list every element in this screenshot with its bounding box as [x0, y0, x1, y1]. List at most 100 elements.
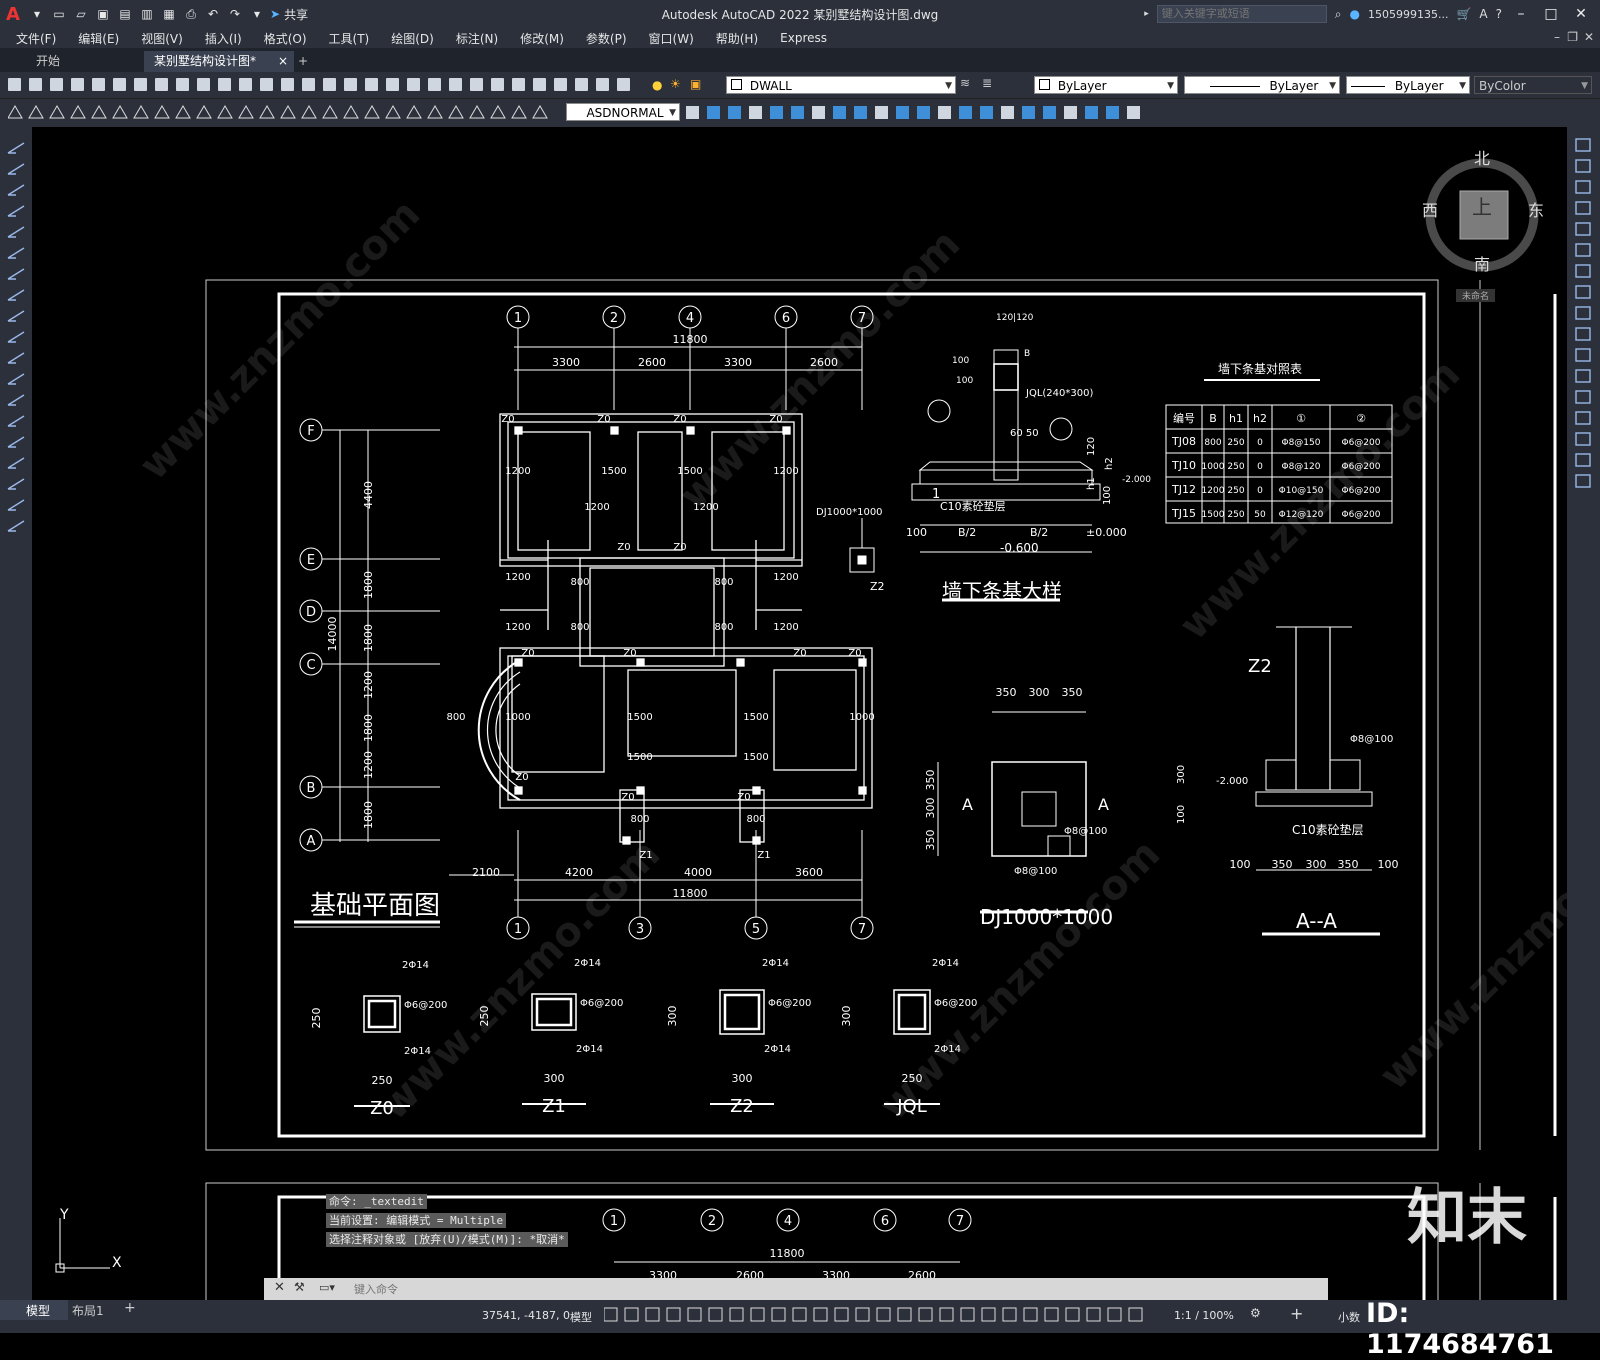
toolbar-icon[interactable] [134, 78, 147, 91]
dimstyle-dropdown[interactable]: ASDNORMAL ▼ [566, 103, 680, 121]
toolbar-icon[interactable] [512, 78, 525, 91]
palette-tool-icon[interactable] [7, 205, 25, 217]
palette-tool-icon[interactable] [7, 226, 25, 238]
modify-icon[interactable] [959, 106, 972, 119]
toolbar-icon[interactable] [470, 78, 483, 91]
palette-tool-icon[interactable] [7, 268, 25, 280]
toolbar-icon[interactable] [197, 78, 210, 91]
viewcube-north[interactable]: 北 [1474, 145, 1490, 169]
modify-icon[interactable] [749, 106, 762, 119]
palette-tool-icon[interactable] [1575, 390, 1591, 404]
toolbar-icon[interactable] [386, 78, 399, 91]
tab-layout1[interactable]: 布局1 [72, 1302, 104, 1319]
units-display[interactable]: 小数 [1338, 1309, 1360, 1325]
status-toggle-icon[interactable] [708, 1307, 723, 1322]
draw-icon[interactable] [8, 105, 23, 119]
draw-icon[interactable] [259, 105, 275, 119]
palette-tool-icon[interactable] [7, 457, 25, 469]
toolbar-icon[interactable] [344, 78, 357, 91]
search-input[interactable] [1156, 5, 1327, 23]
palette-tool-icon[interactable] [1575, 411, 1591, 425]
menu-insert[interactable]: 插入(I) [194, 30, 253, 47]
palette-tool-icon[interactable] [1575, 285, 1591, 299]
palette-tool-icon[interactable] [7, 289, 25, 301]
modify-icon[interactable] [707, 106, 720, 119]
draw-icon[interactable] [175, 105, 191, 119]
toolbar-icon[interactable] [50, 78, 63, 91]
status-toggle-icon[interactable] [939, 1307, 954, 1322]
status-toggle-icon[interactable] [813, 1307, 828, 1322]
help-icon[interactable]: ? [1496, 7, 1502, 21]
draw-icon[interactable] [343, 105, 359, 119]
palette-tool-icon[interactable] [7, 142, 25, 154]
draw-icon[interactable] [385, 105, 401, 119]
draw-icon[interactable] [448, 105, 464, 119]
palette-tool-icon[interactable] [1575, 222, 1591, 236]
color-dropdown[interactable]: ByLayer ▼ [1034, 76, 1178, 94]
doc-close-button[interactable]: ✕ [1584, 30, 1594, 44]
drawing-canvas[interactable]: 124671357FEDCBA12467 11800 3300 2600 3300 26… [32, 127, 1567, 1300]
palette-tool-icon[interactable] [1575, 348, 1591, 362]
palette-tool-icon[interactable] [7, 499, 25, 511]
status-toggle-icon[interactable] [792, 1307, 807, 1322]
autocad-logo[interactable]: A [6, 4, 24, 25]
status-toggle-icon[interactable] [1065, 1307, 1080, 1322]
draw-icon[interactable] [133, 105, 149, 119]
draw-icon[interactable] [532, 105, 548, 119]
palette-tool-icon[interactable] [7, 331, 25, 343]
draw-toolbar-icons[interactable] [8, 104, 568, 122]
toolbar-icon[interactable] [617, 78, 630, 91]
draw-icon[interactable] [364, 105, 380, 119]
status-toggle-icon[interactable] [1128, 1307, 1143, 1322]
menu-help[interactable]: 帮助(H) [705, 30, 769, 47]
toolbar-icon[interactable] [218, 78, 231, 91]
draw-icon[interactable] [238, 105, 254, 119]
status-toggle-icon[interactable] [1086, 1307, 1101, 1322]
modify-icon[interactable] [980, 106, 993, 119]
add-tab-button[interactable]: + [288, 51, 318, 72]
draw-icon[interactable] [49, 105, 65, 119]
modify-icon[interactable] [1127, 106, 1140, 119]
toolbar-icon[interactable] [491, 78, 504, 91]
menu-dimension[interactable]: 标注(N) [445, 30, 509, 47]
maximize-button[interactable]: □ [1540, 6, 1562, 22]
share-icon[interactable]: ➤ [270, 7, 280, 21]
palette-tool-icon[interactable] [1575, 243, 1591, 257]
viewcube-east[interactable]: 东 [1528, 197, 1544, 221]
save-as-icon[interactable]: ▤ [116, 6, 134, 22]
toolbar-icon[interactable] [176, 78, 189, 91]
doc-restore-button[interactable]: ❐ [1567, 30, 1578, 44]
status-toggle-icon[interactable] [855, 1307, 870, 1322]
palette-tool-icon[interactable] [7, 163, 25, 175]
menu-file[interactable]: 文件(F) [0, 30, 67, 47]
draw-icon[interactable] [91, 105, 107, 119]
status-toggle-icon[interactable] [918, 1307, 933, 1322]
layer-match-icon[interactable]: ≋ [960, 76, 970, 90]
close-button[interactable]: ✕ [1570, 6, 1592, 22]
modify-icon[interactable] [728, 106, 741, 119]
draw-icon[interactable] [280, 105, 296, 119]
status-toggle-icons[interactable] [604, 1306, 1164, 1326]
palette-tool-icon[interactable] [7, 436, 25, 448]
toolbar-icon[interactable] [575, 78, 588, 91]
toolbar-icon[interactable] [323, 78, 336, 91]
status-toggle-icon[interactable] [876, 1307, 891, 1322]
palette-tool-icon[interactable] [7, 520, 25, 532]
plot-icon[interactable]: ⎙ [182, 6, 200, 22]
command-input[interactable] [352, 1280, 1316, 1299]
tab-start[interactable]: 开始 [26, 51, 70, 72]
modify-icon[interactable] [833, 106, 846, 119]
layer-freeze-icon[interactable]: ☀ [670, 77, 681, 91]
palette-tool-icon[interactable] [1575, 306, 1591, 320]
customize-icon[interactable]: ▾ [248, 6, 266, 22]
status-toggle-icon[interactable] [771, 1307, 786, 1322]
layer-previous-icon[interactable]: ≣ [982, 76, 992, 90]
close-command-icon[interactable]: ✕ [274, 1280, 285, 1295]
recent-commands-icon[interactable]: ▭▾ [319, 1281, 335, 1294]
modify-icon[interactable] [1064, 106, 1077, 119]
draw-icon[interactable] [154, 105, 170, 119]
palette-tool-icon[interactable] [7, 184, 25, 196]
layer-dropdown[interactable]: DWALL ▼ [726, 76, 956, 94]
tab-model[interactable]: 模型 [0, 1300, 68, 1320]
menu-edit[interactable]: 编辑(E) [67, 30, 130, 47]
